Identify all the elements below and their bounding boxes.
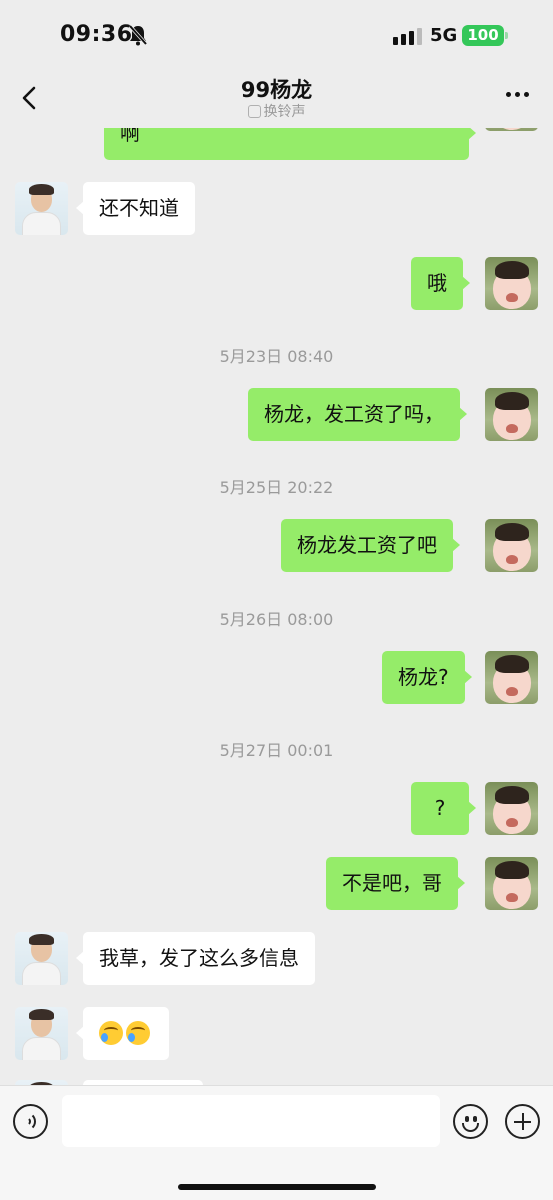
- my-avatar[interactable]: [485, 857, 538, 910]
- timestamp: 5月27日 00:01: [219, 741, 334, 760]
- message-bubble-outgoing[interactable]: ?: [411, 782, 476, 835]
- message-bubble-outgoing[interactable]: 杨龙?: [382, 651, 472, 704]
- ringtone-icon: [247, 105, 261, 118]
- home-indicator: [178, 1184, 376, 1190]
- face-with-tears-of-joy-icon: [99, 1021, 123, 1045]
- timestamp: 5月25日 20:22: [219, 478, 334, 497]
- timestamp: 5月23日 08:40: [219, 347, 334, 366]
- smiley-icon[interactable]: [453, 1104, 488, 1139]
- message-bubble-outgoing[interactable]: 哦: [411, 257, 470, 310]
- face-with-tears-of-joy-icon: [126, 1021, 150, 1045]
- contact-avatar[interactable]: [15, 182, 68, 235]
- my-avatar[interactable]: [485, 257, 538, 310]
- my-avatar[interactable]: [485, 651, 538, 704]
- my-avatar[interactable]: [485, 388, 538, 441]
- network-type: 5G: [430, 25, 458, 46]
- battery-icon: 100: [462, 25, 508, 46]
- plus-circle-icon[interactable]: [505, 1104, 540, 1139]
- my-avatar[interactable]: [485, 782, 538, 835]
- input-bar: [0, 1085, 553, 1200]
- message-bubble-outgoing[interactable]: 杨龙，发工资了吗，: [248, 388, 467, 441]
- chat-title: 99杨龙: [240, 78, 313, 102]
- message-bubble-incoming[interactable]: 还不知道: [76, 182, 195, 235]
- my-avatar[interactable]: [485, 519, 538, 572]
- signal-strength-icon: [393, 28, 422, 45]
- message-bubble-incoming[interactable]: 我草，发了这么多信息: [76, 932, 315, 985]
- chat-header: 99杨龙 换铃声: [0, 70, 553, 128]
- clock: 09:36: [60, 22, 133, 47]
- chat-area[interactable]: 啊 还不知道 哦 5月23日 08:40 杨龙，发工资了吗， 5月25日 20:…: [0, 0, 553, 1085]
- message-bubble-outgoing[interactable]: 不是吧，哥: [326, 857, 465, 910]
- ellipsis-icon[interactable]: [506, 92, 529, 97]
- message-bubble-outgoing[interactable]: 杨龙发工资了吧: [281, 519, 460, 572]
- contact-avatar[interactable]: [15, 932, 68, 985]
- message-input[interactable]: [62, 1095, 440, 1147]
- ringtone-link[interactable]: 换铃声: [0, 101, 553, 121]
- timestamp: 5月26日 08:00: [219, 610, 334, 629]
- status-bar: 09:36 5G 100: [0, 0, 553, 70]
- contact-avatar[interactable]: [15, 1007, 68, 1060]
- message-bubble-incoming[interactable]: [76, 1007, 169, 1060]
- bell-slash-icon: [128, 24, 148, 46]
- voice-input-icon[interactable]: [13, 1104, 48, 1139]
